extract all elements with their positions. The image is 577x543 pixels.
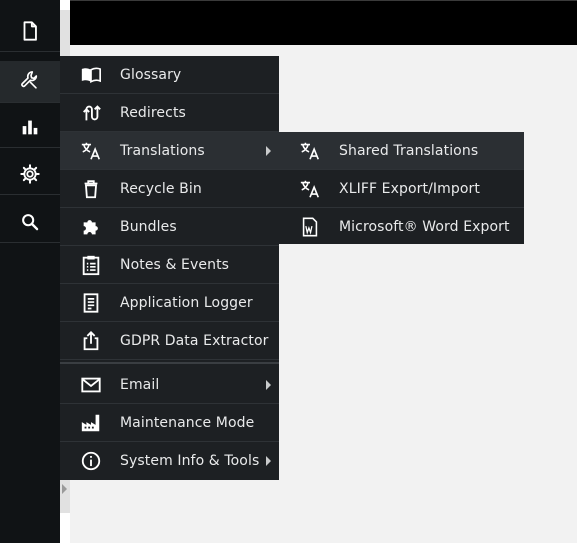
- gear-icon: [19, 163, 41, 189]
- book-icon: [80, 64, 102, 86]
- menu-item-label: Email: [120, 377, 160, 393]
- menu-item-label: Shared Translations: [339, 143, 479, 159]
- tools-menu: Glossary Redirects Translations Recycle …: [60, 56, 279, 480]
- bar-chart-icon: [19, 116, 41, 142]
- translate-icon: [80, 140, 102, 162]
- menu-item-label: Notes & Events: [120, 257, 230, 273]
- translate-icon: [299, 140, 321, 162]
- menu-item-label: Application Logger: [120, 295, 253, 311]
- trash-icon: [80, 178, 102, 200]
- menu-item-label: Redirects: [120, 105, 186, 121]
- menu-item-label: Translations: [120, 143, 205, 159]
- wrench-icon: [19, 69, 41, 95]
- document-icon: [19, 20, 41, 46]
- menu-item-label: Maintenance Mode: [120, 415, 255, 431]
- menu-item-label: Recycle Bin: [120, 181, 202, 197]
- expand-arrow-icon[interactable]: [62, 484, 67, 494]
- top-bar-border: [70, 0, 577, 1]
- rail-search-button[interactable]: [0, 205, 60, 243]
- menu-item-label: Glossary: [120, 67, 182, 83]
- menu-item-label: GDPR Data Extractor: [120, 333, 269, 349]
- rail-settings-button[interactable]: [0, 157, 60, 195]
- rail-reports-button[interactable]: [0, 110, 60, 148]
- menu-item-email[interactable]: Email: [60, 366, 279, 404]
- menu-item-recycle-bin[interactable]: Recycle Bin: [60, 170, 279, 208]
- word-document-icon: [299, 216, 321, 238]
- translations-submenu: Shared Translations XLIFF Export/Import …: [279, 132, 524, 244]
- rail-tools-button[interactable]: [0, 61, 60, 103]
- submenu-item-xliff-export-import[interactable]: XLIFF Export/Import: [279, 170, 524, 208]
- search-icon: [19, 211, 41, 237]
- menu-item-notes-events[interactable]: Notes & Events: [60, 246, 279, 284]
- menu-item-maintenance-mode[interactable]: Maintenance Mode: [60, 404, 279, 442]
- export-icon: [80, 330, 102, 352]
- menu-item-glossary[interactable]: Glossary: [60, 56, 279, 94]
- submenu-item-shared-translations[interactable]: Shared Translations: [279, 132, 524, 170]
- menu-item-label: Microsoft® Word Export: [339, 219, 510, 235]
- clipboard-icon: [80, 254, 102, 276]
- info-icon: [80, 450, 102, 472]
- menu-item-label: Bundles: [120, 219, 177, 235]
- submenu-arrow-icon: [266, 380, 271, 390]
- submenu-arrow-icon: [266, 456, 271, 466]
- puzzle-icon: [80, 216, 102, 238]
- menu-item-label: System Info & Tools: [120, 453, 260, 469]
- submenu-arrow-icon: [266, 146, 271, 156]
- menu-item-gdpr-data-extractor[interactable]: GDPR Data Extractor: [60, 322, 279, 360]
- menu-item-bundles[interactable]: Bundles: [60, 208, 279, 246]
- menu-divider: [60, 362, 279, 364]
- menu-item-redirects[interactable]: Redirects: [60, 94, 279, 132]
- submenu-item-word-export[interactable]: Microsoft® Word Export: [279, 208, 524, 246]
- menu-item-label: XLIFF Export/Import: [339, 181, 480, 197]
- redirect-icon: [80, 102, 102, 124]
- rail-document-button[interactable]: [0, 14, 60, 52]
- menu-item-translations[interactable]: Translations: [60, 132, 279, 170]
- left-nav-rail: [0, 0, 60, 543]
- top-bar: [70, 0, 577, 45]
- factory-icon: [80, 412, 102, 434]
- log-icon: [80, 292, 102, 314]
- translate-icon: [299, 178, 321, 200]
- mail-icon: [80, 374, 102, 396]
- menu-item-system-info-tools[interactable]: System Info & Tools: [60, 442, 279, 480]
- menu-item-application-logger[interactable]: Application Logger: [60, 284, 279, 322]
